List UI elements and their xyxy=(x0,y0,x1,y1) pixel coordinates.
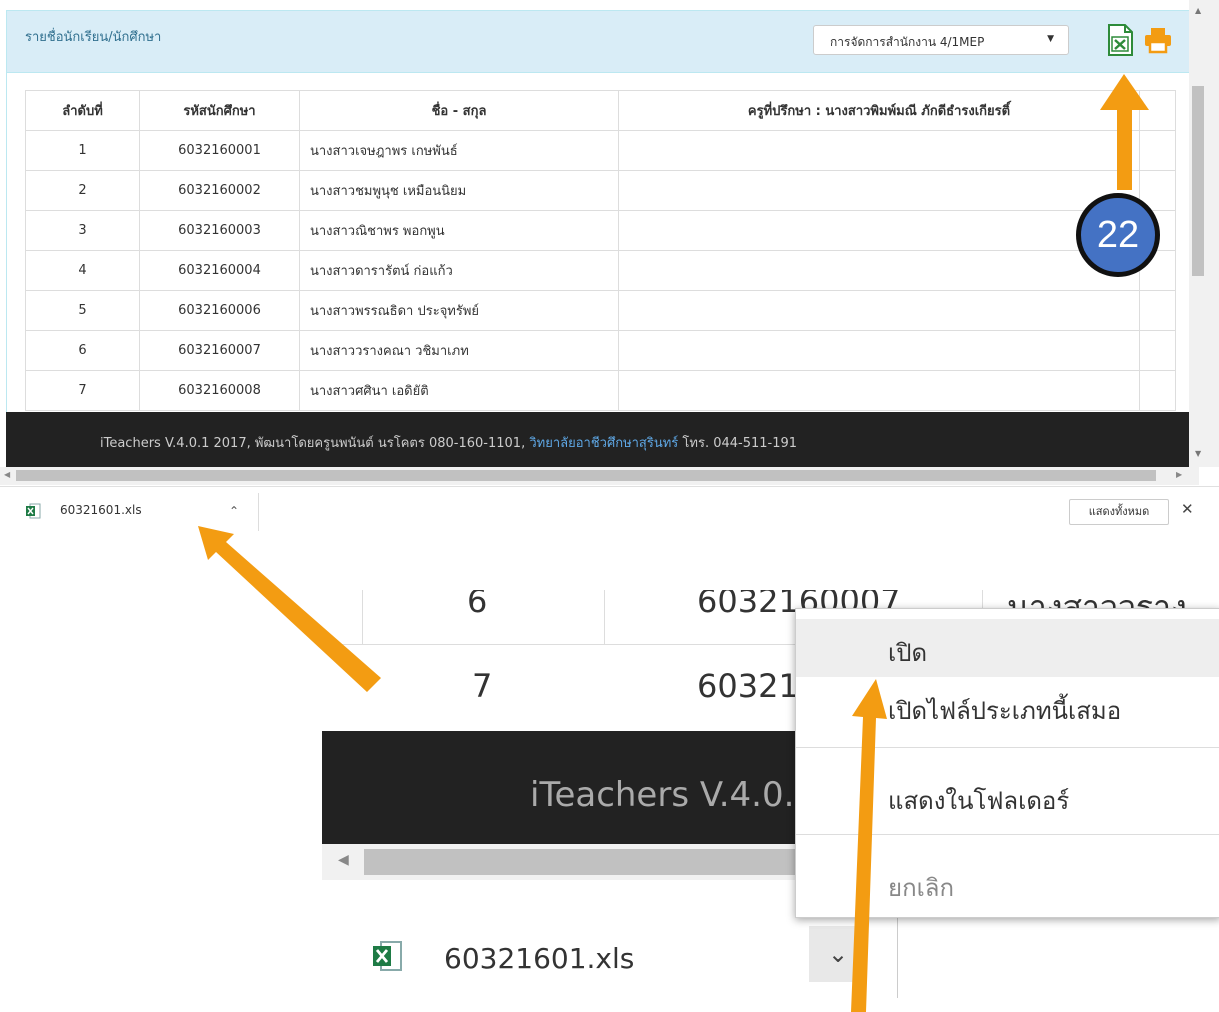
table-row: 5 6032160006 นางสาวพรรณธิดา ประจุทรัพย์ xyxy=(25,290,1176,331)
panel-header: รายชื่อนักเรียน/นักศึกษา การจัดการสำนักง… xyxy=(7,11,1190,73)
inset-cell-order: 6 xyxy=(467,590,488,620)
scroll-down-arrow-icon[interactable]: ▼ xyxy=(1195,449,1201,458)
chevron-up-icon[interactable]: ⌃ xyxy=(222,500,246,522)
scroll-up-arrow-icon[interactable]: ▲ xyxy=(1195,6,1201,15)
download-file-name[interactable]: 60321601.xls xyxy=(60,503,142,517)
scroll-left-arrow-icon[interactable]: ◀ xyxy=(4,470,10,479)
vertical-scroll-thumb[interactable] xyxy=(1192,86,1204,276)
table-row: 6 6032160007 นางสาววรางคณา วชิมาเภท xyxy=(25,330,1176,371)
excel-export-icon[interactable] xyxy=(1107,24,1133,56)
menu-separator xyxy=(796,747,1219,748)
cell-student-id: 6032160001 xyxy=(139,130,300,171)
col-header-student-id: รหัสนักศึกษา xyxy=(139,90,300,131)
col-header-full-name: ชื่อ - สกุล xyxy=(299,90,619,131)
cell-full-name: นางสาวศศินา เอดิยัติ xyxy=(299,370,619,411)
table-row: 1 6032160001 นางสาวเจษฎาพร เกษพันธ์ xyxy=(25,130,1176,171)
footer-credit: iTeachers V.4.0.1 2017, พัฒนาโดยครูนพนัน… xyxy=(100,436,530,451)
cell-order: 5 xyxy=(25,290,140,331)
department-select[interactable]: การจัดการสำนักงาน 4/1MEP ▼ xyxy=(813,25,1069,55)
menu-separator xyxy=(796,834,1219,835)
cell-full-name: นางสาวดารารัตน์ ก่อแก้ว xyxy=(299,250,619,291)
scroll-right-arrow-icon[interactable]: ▶ xyxy=(1176,470,1182,479)
cell-full-name: นางสาววรางคณา วชิมาเภท xyxy=(299,330,619,371)
cell-advisor xyxy=(618,210,1140,251)
download-context-menu: เปิด เปิดไฟล์ประเภทนี้เสมอ แสดงในโฟลเดอร… xyxy=(795,608,1219,918)
cell-student-id: 6032160006 xyxy=(139,290,300,331)
cell-advisor xyxy=(618,330,1140,371)
cell-extra xyxy=(1139,330,1176,371)
cell-order: 6 xyxy=(25,330,140,371)
menu-item-label: แสดงในโฟลเดอร์ xyxy=(888,787,1070,815)
cell-student-id: 6032160008 xyxy=(139,370,300,411)
inset-download-file-name[interactable]: 60321601.xls xyxy=(444,942,634,975)
inset-footer-text: iTeachers V.4.0.1 xyxy=(530,775,817,815)
vertical-scrollbar[interactable]: ▲ ▼ xyxy=(1189,0,1219,467)
menu-item-label: เปิดไฟล์ประเภทนี้เสมอ xyxy=(888,697,1122,725)
cell-advisor xyxy=(618,250,1140,291)
horizontal-scroll-thumb[interactable] xyxy=(16,470,1156,481)
menu-item-open[interactable]: เปิด xyxy=(796,619,1219,677)
inset-cell-student-id: 60321 xyxy=(697,667,799,705)
menu-item-label: ยกเลิก xyxy=(888,874,955,902)
excel-file-icon xyxy=(26,503,41,519)
cell-student-id: 6032160003 xyxy=(139,210,300,251)
cell-student-id: 6032160007 xyxy=(139,330,300,371)
cell-full-name: นางสาวพรรณธิดา ประจุทรัพย์ xyxy=(299,290,619,331)
table-row: 4 6032160004 นางสาวดารารัตน์ ก่อแก้ว xyxy=(25,250,1176,291)
cell-order: 2 xyxy=(25,170,140,211)
table-row: 7 6032160008 นางสาวศศินา เอดิยัติ xyxy=(25,370,1176,411)
col-header-extra xyxy=(1139,90,1176,131)
divider xyxy=(258,493,259,531)
divider xyxy=(897,908,898,998)
cell-extra xyxy=(1139,130,1176,171)
cell-full-name: นางสาวชมพูนุช เหมือนนิยม xyxy=(299,170,619,211)
horizontal-scrollbar[interactable]: ◀ ▶ xyxy=(0,467,1199,485)
panel-title: รายชื่อนักเรียน/นักศึกษา xyxy=(25,30,162,45)
menu-item-label: เปิด xyxy=(888,639,928,667)
chevron-down-icon[interactable]: ⌄ xyxy=(809,926,867,982)
printer-icon[interactable] xyxy=(1144,26,1172,54)
excel-file-icon xyxy=(373,941,402,971)
table-row: 3 6032160003 นางสาวณิชาพร พอกพูน xyxy=(25,210,1176,251)
menu-item-show-in-folder[interactable]: แสดงในโฟลเดอร์ xyxy=(796,767,1219,825)
show-all-button[interactable]: แสดงทั้งหมด xyxy=(1069,499,1169,525)
download-bar: 60321601.xls ⌃ แสดงทั้งหมด ✕ xyxy=(0,486,1219,536)
step-number-badge: 22 xyxy=(1076,193,1160,277)
cell-order: 3 xyxy=(25,210,140,251)
site-footer: iTeachers V.4.0.1 2017, พัฒนาโดยครูนพนัน… xyxy=(6,412,1189,467)
cell-advisor xyxy=(618,290,1140,331)
table-row: 2 6032160002 นางสาวชมพูนุช เหมือนนิยม xyxy=(25,170,1176,211)
cell-full-name: นางสาวเจษฎาพร เกษพันธ์ xyxy=(299,130,619,171)
cell-student-id: 6032160004 xyxy=(139,250,300,291)
cell-full-name: นางสาวณิชาพร พอกพูน xyxy=(299,210,619,251)
student-list-panel: รายชื่อนักเรียน/นักศึกษา การจัดการสำนักง… xyxy=(6,10,1191,414)
col-header-order: ลำดับที่ xyxy=(25,90,140,131)
cell-order: 1 xyxy=(25,130,140,171)
caret-down-icon: ▼ xyxy=(1047,34,1054,44)
cell-order: 7 xyxy=(25,370,140,411)
cell-student-id: 6032160002 xyxy=(139,170,300,211)
college-link[interactable]: วิทยาลัยอาชีวศึกษาสุรินทร์ xyxy=(529,436,678,451)
cell-extra xyxy=(1139,370,1176,411)
menu-item-cancel[interactable]: ยกเลิก xyxy=(796,854,1219,912)
footer-text: iTeachers V.4.0.1 2017, พัฒนาโดยครูนพนัน… xyxy=(100,432,797,453)
footer-phone: โทร. 044-511-191 xyxy=(678,436,798,451)
browser-viewport: รายชื่อนักเรียน/นักศึกษา การจัดการสำนักง… xyxy=(0,0,1219,536)
col-header-advisor: ครูที่ปรึกษา : นางสาวพิมพ์มณี ภักดีธำรงเ… xyxy=(618,90,1140,131)
cell-order: 4 xyxy=(25,250,140,291)
cell-advisor xyxy=(618,370,1140,411)
cell-advisor xyxy=(618,170,1140,211)
student-table: ลำดับที่ รหัสนักศึกษา ชื่อ - สกุล ครูที่… xyxy=(25,90,1176,411)
cell-advisor xyxy=(618,130,1140,171)
menu-item-always-open[interactable]: เปิดไฟล์ประเภทนี้เสมอ xyxy=(796,677,1219,735)
inset-cell-order: 7 xyxy=(472,667,493,705)
department-select-value: การจัดการสำนักงาน 4/1MEP xyxy=(830,35,985,49)
cell-extra xyxy=(1139,290,1176,331)
scroll-left-arrow-icon[interactable]: ◀ xyxy=(338,852,349,868)
table-header-row: ลำดับที่ รหัสนักศึกษา ชื่อ - สกุล ครูที่… xyxy=(25,90,1176,131)
close-icon[interactable]: ✕ xyxy=(1181,500,1194,518)
